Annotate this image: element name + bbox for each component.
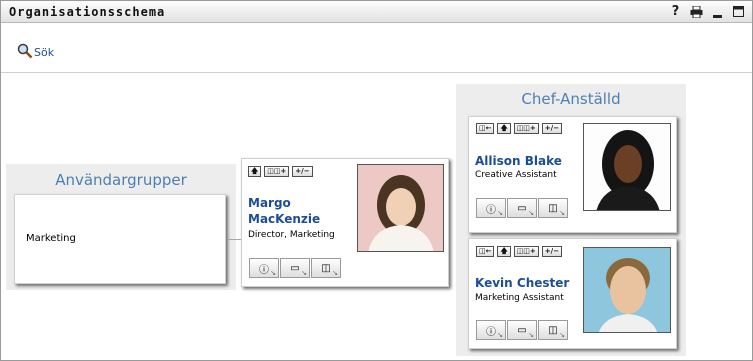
org-chart-button[interactable]: ◫ ↘ [538, 320, 568, 340]
employee-photo [583, 123, 671, 211]
maximize-icon[interactable] [731, 4, 746, 19]
zoom-toggle-button[interactable]: +/− [541, 246, 563, 257]
info-icon: ⓘ [259, 264, 269, 276]
hierarchy-icon: ◫ [548, 324, 558, 336]
up-level-button[interactable]: 🡅 [248, 166, 262, 177]
info-button[interactable]: ⓘ ↘ [249, 258, 279, 278]
up-level-button[interactable]: 🡅 [497, 246, 511, 257]
person-name-line2[interactable]: MacKenzie [248, 211, 320, 227]
employee-card[interactable]: ◫← 🡅 ◫◫+ +/− Kevin Chester Marketing Ass… [468, 238, 677, 349]
search-label: Sök [34, 46, 55, 59]
toolbar: Sök [1, 23, 752, 73]
user-groups-title: Användargrupper [55, 171, 187, 189]
info-button[interactable]: ⓘ ↘ [476, 320, 506, 340]
person-role: Director, Marketing [248, 230, 335, 240]
person-photo [357, 164, 444, 252]
manager-employee-title: Chef-Anställd [521, 90, 621, 108]
help-icon[interactable]: ? [668, 4, 683, 19]
info-icon: ⓘ [486, 326, 496, 338]
card-icon: ▭ [517, 202, 527, 214]
org-chart-window: Organisationsschema ? Sök Användargruppe… [0, 0, 753, 361]
group-name: Marketing [26, 233, 76, 244]
info-button[interactable]: ⓘ ↘ [476, 198, 506, 218]
group-card[interactable]: Marketing [14, 194, 226, 284]
expand-team-button[interactable]: ◫◫+ [513, 246, 539, 257]
magnifier-icon [17, 43, 33, 59]
zoom-toggle-button[interactable]: +/− [292, 166, 313, 177]
window-controls: ? [668, 4, 746, 19]
window-title: Organisationsschema [9, 5, 166, 19]
minimize-icon[interactable] [710, 4, 725, 19]
hierarchy-icon: ◫ [548, 202, 558, 214]
set-manager-button[interactable]: ◫← [476, 123, 495, 134]
info-icon: ⓘ [486, 204, 496, 216]
email-button[interactable]: ▭ ↘ [507, 320, 537, 340]
print-icon[interactable] [689, 4, 704, 19]
employee-role: Creative Assistant [475, 170, 557, 180]
title-bar: Organisationsschema ? [1, 1, 752, 23]
org-chart-button[interactable]: ◫ ↘ [311, 258, 341, 278]
hierarchy-icon: ◫ [321, 262, 331, 274]
person-name-line1[interactable]: Margo [248, 195, 291, 211]
employee-name[interactable]: Kevin Chester [475, 275, 569, 291]
card-icon: ▭ [517, 324, 527, 336]
up-level-button[interactable]: 🡅 [497, 123, 511, 134]
org-chart-button[interactable]: ◫ ↘ [538, 198, 568, 218]
employee-role: Marketing Assistant [475, 293, 564, 303]
employee-name[interactable]: Allison Blake [475, 153, 562, 169]
set-manager-button[interactable]: ◫← [476, 246, 495, 257]
expand-team-button[interactable]: ◫◫+ [513, 123, 539, 134]
search-link[interactable]: Sök [17, 36, 54, 59]
selected-person-card[interactable]: 🡅 ◫◫+ +/− Margo MacKenzie Director, Mark… [241, 158, 449, 287]
card-icon: ▭ [290, 262, 300, 274]
zoom-toggle-button[interactable]: +/− [541, 123, 563, 134]
email-button[interactable]: ▭ ↘ [507, 198, 537, 218]
connector-line [228, 239, 241, 240]
employee-card[interactable]: ◫← 🡅 ◫◫+ +/− Allison Blake Creative Assi… [468, 116, 677, 233]
email-button[interactable]: ▭ ↘ [280, 258, 310, 278]
user-groups-panel: Användargrupper Marketing [6, 164, 236, 290]
expand-team-button[interactable]: ◫◫+ [264, 166, 290, 177]
employee-photo [583, 247, 671, 333]
